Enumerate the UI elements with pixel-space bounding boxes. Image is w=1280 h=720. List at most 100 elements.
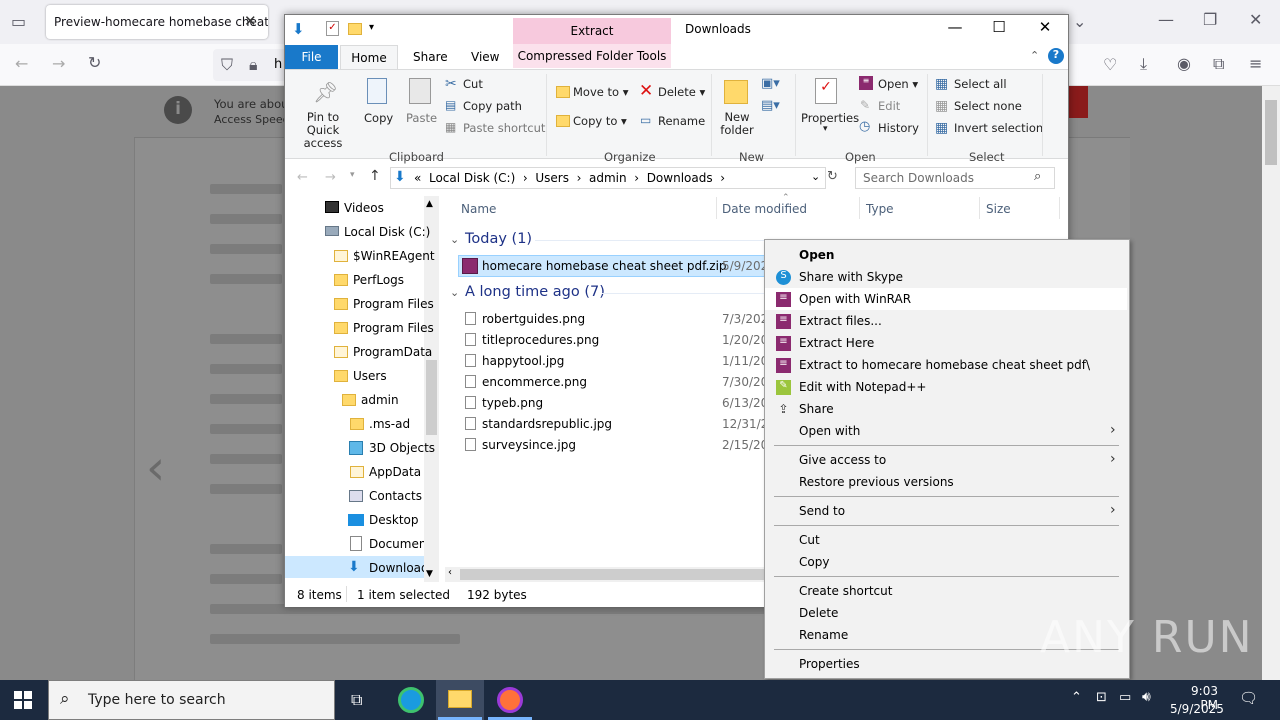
edge-icon[interactable]: [398, 687, 424, 713]
nav-item-downloads[interactable]: Downloads: [369, 561, 424, 575]
quick-access-down-icon[interactable]: ⬇: [292, 20, 305, 38]
menu-item-properties[interactable]: Properties: [799, 657, 860, 671]
cut-button[interactable]: Cut: [463, 77, 483, 91]
scroll-left-icon[interactable]: ‹: [448, 567, 452, 578]
tab-share[interactable]: Share: [413, 50, 448, 64]
compressed-folder-tools-tab[interactable]: Compressed Folder Tools: [513, 44, 671, 68]
clock-date[interactable]: 5/9/2025: [1170, 702, 1224, 716]
menu-item-give-access[interactable]: Give access to: [799, 453, 886, 467]
tab-file[interactable]: File: [285, 45, 338, 69]
minimize-icon[interactable]: —: [1158, 10, 1174, 29]
nav-item-perflogs[interactable]: PerfLogs: [353, 273, 404, 287]
column-name[interactable]: Name: [461, 202, 496, 216]
crumb[interactable]: Users: [535, 171, 569, 185]
close-icon[interactable]: ✕: [1249, 10, 1262, 29]
scroll-down-icon[interactable]: ▼: [426, 569, 433, 579]
menu-item-send-to[interactable]: Send to: [799, 504, 845, 518]
browser-tab[interactable]: Preview-homecare homebase cheat sheet pd…: [46, 5, 268, 39]
select-none-button[interactable]: Select none: [954, 99, 1022, 113]
menu-item-rename[interactable]: Rename: [799, 628, 848, 642]
search-input[interactable]: Search Downloads: [855, 167, 1055, 189]
prev-page-icon[interactable]: ‹: [146, 440, 165, 496]
group-older[interactable]: A long time ago (7): [465, 284, 605, 300]
file-name[interactable]: happytool.jpg: [482, 354, 564, 368]
edit-button[interactable]: Edit: [878, 99, 900, 113]
crumb[interactable]: admin: [589, 171, 627, 185]
back-icon[interactable]: ←: [15, 54, 28, 73]
extensions-icon[interactable]: ⧉: [1213, 54, 1224, 74]
copy-to-button[interactable]: Copy to ▾: [573, 114, 627, 128]
tab-list-icon[interactable]: ▭: [11, 12, 26, 31]
back-icon[interactable]: ←: [297, 170, 308, 185]
properties-qat-icon[interactable]: ✓: [326, 21, 339, 36]
menu-item-delete[interactable]: Delete: [799, 606, 838, 620]
delete-button[interactable]: Delete ▾: [658, 85, 705, 99]
file-name[interactable]: robertguides.png: [482, 312, 585, 326]
invert-selection-button[interactable]: Invert selection: [954, 121, 1043, 135]
nav-item-program-files[interactable]: Program Files: [353, 297, 434, 311]
properties-dropdown-icon[interactable]: ▾: [823, 124, 828, 134]
menu-item-share-skype[interactable]: Share with Skype: [799, 270, 903, 284]
move-to-button[interactable]: Move to ▾: [573, 85, 628, 99]
menu-icon[interactable]: ≡: [1249, 54, 1262, 73]
close-icon[interactable]: ✕: [1022, 18, 1068, 40]
paste-button[interactable]: Paste: [406, 111, 437, 125]
file-name[interactable]: standardsrepublic.jpg: [482, 417, 612, 431]
new-item-icon[interactable]: ▣▾: [761, 76, 780, 91]
nav-item-users[interactable]: Users: [353, 369, 387, 383]
properties-button[interactable]: Properties: [801, 111, 859, 125]
up-icon[interactable]: ↑: [369, 168, 381, 184]
new-folder-qat-icon[interactable]: [348, 23, 362, 35]
nav-item-programdata[interactable]: ProgramData: [353, 345, 432, 359]
nav-item-admin[interactable]: admin: [361, 393, 399, 407]
file-name[interactable]: titleprocedures.png: [482, 333, 599, 347]
nav-item-documents[interactable]: Documents: [369, 537, 424, 551]
menu-item-extract-files[interactable]: Extract files...: [799, 314, 882, 328]
recent-dropdown-icon[interactable]: ▾: [350, 170, 355, 180]
nav-item-contacts[interactable]: Contacts: [369, 489, 422, 503]
tray-chevron-icon[interactable]: ⌃: [1071, 690, 1082, 705]
open-button[interactable]: Open ▾: [878, 77, 918, 91]
crumb[interactable]: Downloads: [647, 171, 713, 185]
nav-item-program-files-x86[interactable]: Program Files: [353, 321, 434, 335]
menu-item-edit-notepadpp[interactable]: Edit with Notepad++: [799, 380, 926, 394]
task-view-icon[interactable]: ⧉: [351, 690, 362, 710]
new-folder-button[interactable]: New folder: [717, 111, 757, 137]
menu-item-open-with[interactable]: Open with: [799, 424, 860, 438]
collapse-icon[interactable]: ⌄: [450, 286, 459, 299]
scroll-up-icon[interactable]: ▲: [426, 199, 433, 209]
shield-icon[interactable]: ⛉: [221, 55, 233, 75]
page-scrollbar[interactable]: [1262, 86, 1280, 680]
nav-item-winreagent[interactable]: $WinREAgent: [353, 249, 435, 263]
menu-item-cut[interactable]: Cut: [799, 533, 820, 547]
volume-icon[interactable]: 🔊︎: [1142, 689, 1151, 705]
maximize-icon[interactable]: ☐: [976, 18, 1022, 40]
page-scroll-thumb[interactable]: [1265, 100, 1277, 165]
close-tab-icon[interactable]: ✕: [244, 12, 257, 30]
menu-item-extract-to[interactable]: Extract to homecare homebase cheat sheet…: [799, 358, 1090, 372]
notifications-icon[interactable]: 🗨︎: [1239, 689, 1258, 707]
reload-icon[interactable]: ↻: [88, 53, 101, 72]
qat-dropdown-icon[interactable]: ▾: [369, 22, 374, 33]
help-icon[interactable]: ?: [1048, 48, 1064, 64]
restore-icon[interactable]: ❐: [1203, 10, 1217, 29]
nav-item-ms-ad[interactable]: .ms-ad: [369, 417, 410, 431]
column-date-modified[interactable]: Date modified: [722, 202, 807, 216]
nav-item-desktop[interactable]: Desktop: [369, 513, 419, 527]
nav-item-local-disk[interactable]: Local Disk (C:): [344, 225, 430, 239]
column-size[interactable]: Size: [986, 202, 1011, 216]
menu-item-open-winrar[interactable]: Open with WinRAR: [799, 292, 911, 306]
collapse-icon[interactable]: ⌄: [450, 233, 459, 246]
tab-home[interactable]: Home: [340, 45, 398, 70]
network-icon[interactable]: ▭: [1119, 690, 1131, 705]
menu-item-open[interactable]: Open: [799, 248, 834, 262]
breadcrumb[interactable]: « Local Disk (C:) › Users › admin › Down…: [414, 171, 725, 185]
collapse-ribbon-icon[interactable]: ⌃: [1030, 49, 1039, 62]
select-all-button[interactable]: Select all: [954, 77, 1007, 91]
chevron-down-icon[interactable]: ⌄: [1073, 12, 1086, 31]
forward-icon[interactable]: →: [52, 54, 65, 73]
tab-extract[interactable]: Extract: [513, 18, 671, 44]
menu-item-create-shortcut[interactable]: Create shortcut: [799, 584, 892, 598]
tray-device-icon[interactable]: ⊡: [1096, 690, 1107, 705]
file-name[interactable]: encommerce.png: [482, 375, 587, 389]
